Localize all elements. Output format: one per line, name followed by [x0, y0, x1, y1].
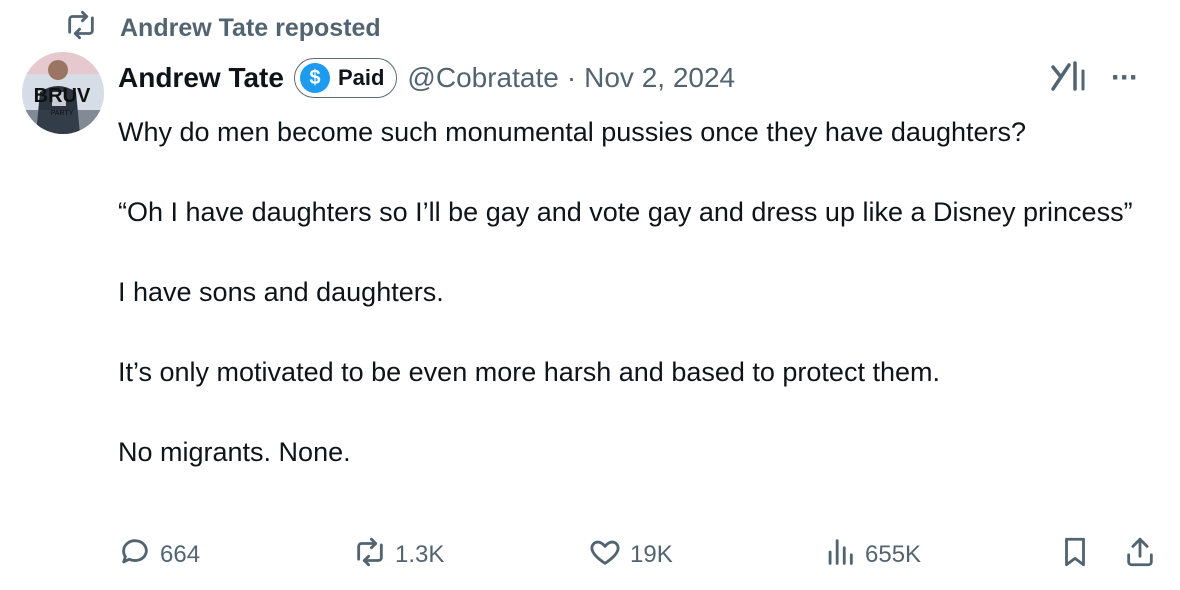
- action-bar: 664 1.3K 19K 655K: [118, 532, 1158, 578]
- repost-header-text: Andrew Tate reposted: [120, 13, 381, 42]
- views-button[interactable]: 655K: [823, 532, 921, 578]
- like-button[interactable]: 19K: [588, 532, 673, 578]
- heart-icon: [588, 535, 622, 576]
- display-name[interactable]: Andrew Tate: [118, 62, 284, 94]
- repost-count: 1.3K: [395, 541, 445, 568]
- repost-icon: [64, 8, 98, 49]
- dollar-icon: $: [299, 63, 330, 93]
- bookmark-icon: [1058, 535, 1092, 576]
- tweet-paragraph: “Oh I have daughters so I’ll be gay and …: [118, 197, 1133, 227]
- header-actions: ···: [1049, 56, 1139, 100]
- share-icon: [1123, 535, 1157, 576]
- avatar-text-sub: PARTY: [51, 110, 74, 117]
- post-date[interactable]: Nov 2, 2024: [584, 62, 735, 94]
- share-button[interactable]: [1123, 532, 1157, 578]
- analytics-icon: [823, 535, 857, 576]
- avatar-text-main: BRUV: [34, 85, 91, 107]
- reply-button[interactable]: 664: [118, 532, 200, 578]
- reply-count: 664: [160, 541, 201, 568]
- paid-label: Paid: [337, 65, 385, 90]
- paid-badge[interactable]: $ Paid: [293, 58, 398, 98]
- avatar[interactable]: BRUV PARTY: [22, 52, 104, 134]
- tweet-paragraph: It’s only motivated to be even more hars…: [118, 357, 940, 387]
- reply-icon: [118, 535, 152, 576]
- bookmark-button[interactable]: [1058, 532, 1092, 578]
- tweet-header: Andrew Tate $ Paid @Cobratate · Nov 2, 2…: [118, 56, 1160, 100]
- tweet-paragraph: I have sons and daughters.: [118, 277, 444, 307]
- tweet-paragraph: Why do men become such monumental pussie…: [118, 117, 1027, 147]
- separator-dot: ·: [566, 62, 577, 93]
- repost-button[interactable]: 1.3K: [353, 532, 444, 578]
- like-count: 19K: [630, 541, 673, 568]
- handle[interactable]: @Cobratate: [407, 62, 558, 94]
- more-options-icon[interactable]: ···: [1111, 61, 1139, 95]
- repost-header[interactable]: Andrew Tate reposted: [64, 10, 381, 44]
- tweet-text: Why do men become such monumental pussie…: [118, 112, 1158, 472]
- repost-action-icon: [353, 535, 387, 576]
- view-count: 655K: [865, 541, 922, 568]
- tweet-paragraph: No migrants. None.: [118, 437, 351, 467]
- grok-icon[interactable]: [1049, 59, 1089, 98]
